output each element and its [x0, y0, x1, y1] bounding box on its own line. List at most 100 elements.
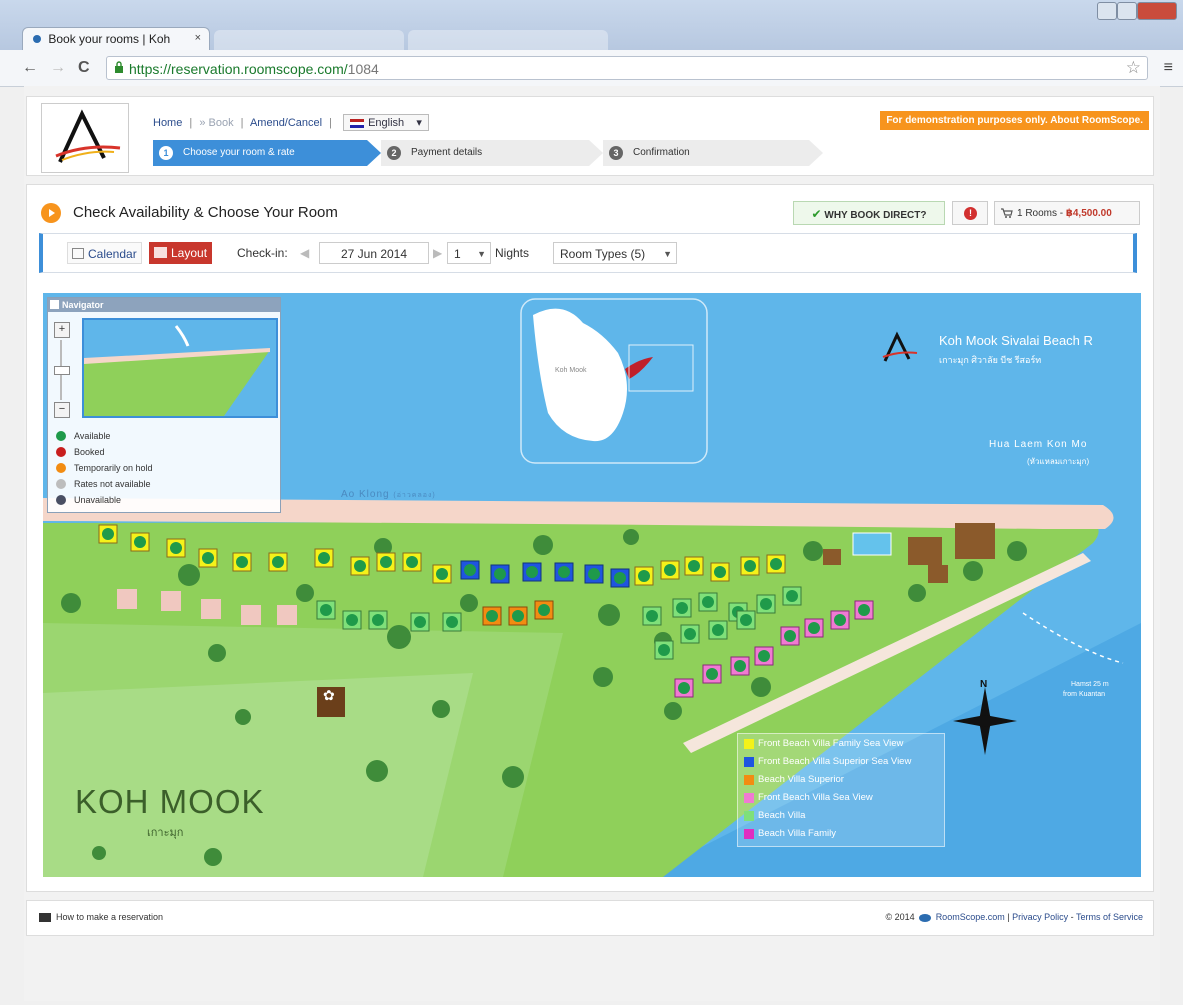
forward-icon[interactable]: → [50, 59, 66, 77]
availability-legend-label: Unavailable [74, 495, 122, 505]
play-icon [41, 203, 61, 223]
step-label: Payment details [411, 147, 483, 158]
url-path: 1084 [347, 61, 379, 77]
chevron-down-icon: ▼ [477, 249, 486, 259]
maximize-icon[interactable] [1117, 2, 1137, 20]
tab-close-icon[interactable]: × [195, 32, 201, 44]
browser-titlebar: Book your rooms | Koh × [0, 0, 1183, 50]
room-type-swatch [744, 811, 754, 821]
room-type-legend-item[interactable]: Beach Villa Superior [738, 772, 944, 788]
room-type-legend-item[interactable]: Beach Villa [738, 808, 944, 824]
reload-icon[interactable]: C [78, 59, 90, 77]
privacy-link[interactable]: Privacy Policy [1012, 912, 1068, 922]
room-types-select[interactable]: Room Types (5) ▼ [553, 242, 677, 264]
roomscope-logo-icon [919, 913, 932, 922]
link-separator: | [189, 117, 193, 129]
island-thai-title: เกาะมุก [147, 827, 184, 839]
terms-link[interactable]: Terms of Service [1076, 912, 1143, 922]
next-date-icon[interactable]: ▶ [433, 242, 442, 264]
step-arrow [589, 140, 603, 166]
resort-logo[interactable] [41, 103, 129, 173]
calendar-view-button[interactable]: Calendar [67, 242, 142, 264]
bay-name-text: Ao Klong [341, 489, 390, 500]
minimize-icon[interactable] [1097, 2, 1117, 20]
flag-icon [350, 118, 365, 128]
checkin-label: Check-in: [237, 246, 288, 260]
roomscope-link[interactable]: RoomScope.com [936, 912, 1005, 922]
room-type-legend-item[interactable]: Front Beach Villa Sea View [738, 790, 944, 806]
zoom-in-button[interactable]: + [54, 322, 70, 338]
browser-tab[interactable]: Book your rooms | Koh × [22, 27, 210, 50]
address-bar[interactable]: https://reservation.roomscope.com/1084 ☆ [106, 56, 1148, 80]
link-separator: | [329, 117, 333, 129]
resort-name: Koh Mook Sivalai Beach R [939, 333, 1093, 348]
boat-note-2: from Kuantan [1063, 691, 1106, 698]
availability-legend-item: Unavailable [56, 492, 153, 508]
footer-dash: - [1070, 912, 1074, 922]
window-controls[interactable] [1097, 2, 1177, 20]
navigator-title: Navigator [62, 300, 104, 310]
cape-thai-name: (หัวแหลมเกาะมุก) [1027, 457, 1090, 466]
resort-map[interactable]: Navigator + − Available Booked Temporarily [43, 293, 1141, 877]
info-button[interactable]: ! [952, 201, 988, 225]
minimap[interactable] [82, 318, 278, 418]
language-select[interactable]: English ▾ [343, 114, 429, 131]
step-arrow [809, 140, 823, 166]
top-links: Home | » Book | Amend/Cancel | English ▾ [153, 114, 429, 131]
availability-legend-label: Temporarily on hold [74, 463, 153, 473]
room-type-swatch [744, 775, 754, 785]
url-text: https://reservation.roomscope.com/1084 [129, 61, 379, 77]
footer: How to make a reservation © 2014 RoomSco… [26, 900, 1154, 936]
room-type-legend: Front Beach Villa Family Sea View Front B… [737, 733, 945, 847]
step-number: 3 [609, 146, 623, 160]
resort-thai-name: เกาะมุก ศิวาลัย บีช รีสอร์ท [939, 355, 1042, 365]
room-type-legend-item[interactable]: Beach Villa Family [738, 826, 944, 842]
cart-button[interactable]: 1 Rooms - ฿4,500.00 [994, 201, 1140, 225]
cart-icon [1001, 208, 1013, 218]
zoom-control[interactable]: + − [54, 322, 70, 418]
room-type-legend-item[interactable]: Front Beach Villa Superior Sea View [738, 754, 944, 770]
book-link[interactable]: » Book [199, 117, 233, 129]
cape-name: Hua Laem Kon Mo [989, 439, 1088, 450]
home-link[interactable]: Home [153, 117, 182, 129]
room-type-swatch [744, 829, 754, 839]
back-icon[interactable]: ← [22, 59, 38, 77]
compass-north: N [980, 679, 988, 690]
checkin-date-input[interactable]: 27 Jun 2014 [319, 242, 429, 264]
availability-legend-item: Booked [56, 444, 153, 460]
filter-bar: Calendar Layout Check-in: ◀ 27 Jun 2014 … [39, 233, 1137, 273]
spa-flower-icon[interactable]: ✿ [323, 687, 335, 704]
navigator-header[interactable]: Navigator [48, 298, 280, 312]
why-book-direct-button[interactable]: ✔ WHY BOOK DIRECT? [793, 201, 945, 225]
cart-price: ฿4,500.00 [1065, 208, 1112, 219]
background-tab[interactable] [214, 30, 404, 50]
status-dot-icon [56, 447, 66, 457]
room-type-legend-item[interactable]: Front Beach Villa Family Sea View [738, 736, 944, 752]
availability-legend-label: Booked [74, 447, 105, 457]
minimap-canvas [84, 320, 276, 416]
calendar-icon [72, 248, 84, 259]
step-choose-room: 1 Choose your room & rate [153, 140, 367, 166]
background-tab[interactable] [408, 30, 608, 50]
cart-rooms: 1 Rooms - [1017, 208, 1066, 219]
availability-legend: Available Booked Temporarily on hold Rates … [56, 428, 153, 508]
availability-legend-label: Available [74, 431, 111, 441]
availability-legend-item: Rates not available [56, 476, 153, 492]
close-window-icon[interactable] [1137, 2, 1177, 20]
zoom-slider-thumb[interactable] [54, 366, 70, 375]
layout-view-button[interactable]: Layout [149, 242, 213, 264]
room-type-legend-label: Front Beach Villa Superior Sea View [758, 756, 912, 767]
collapse-icon[interactable] [50, 300, 59, 309]
room-type-legend-label: Beach Villa Family [758, 828, 836, 839]
image-icon [154, 247, 167, 258]
browser-menu-icon[interactable]: ≡ [1164, 59, 1173, 77]
howto-link[interactable]: How to make a reservation [39, 912, 163, 923]
zoom-out-button[interactable]: − [54, 402, 70, 418]
panel-title: Check Availability & Choose Your Room [73, 204, 338, 221]
nights-select[interactable]: 1 ▼ [447, 242, 491, 264]
demo-banner[interactable]: For demonstration purposes only. About R… [880, 111, 1149, 130]
amend-cancel-link[interactable]: Amend/Cancel [250, 117, 322, 129]
availability-panel: Check Availability & Choose Your Room ✔ … [26, 184, 1154, 892]
prev-date-icon[interactable]: ◀ [300, 242, 309, 264]
bookmark-star-icon[interactable]: ☆ [1126, 58, 1141, 78]
